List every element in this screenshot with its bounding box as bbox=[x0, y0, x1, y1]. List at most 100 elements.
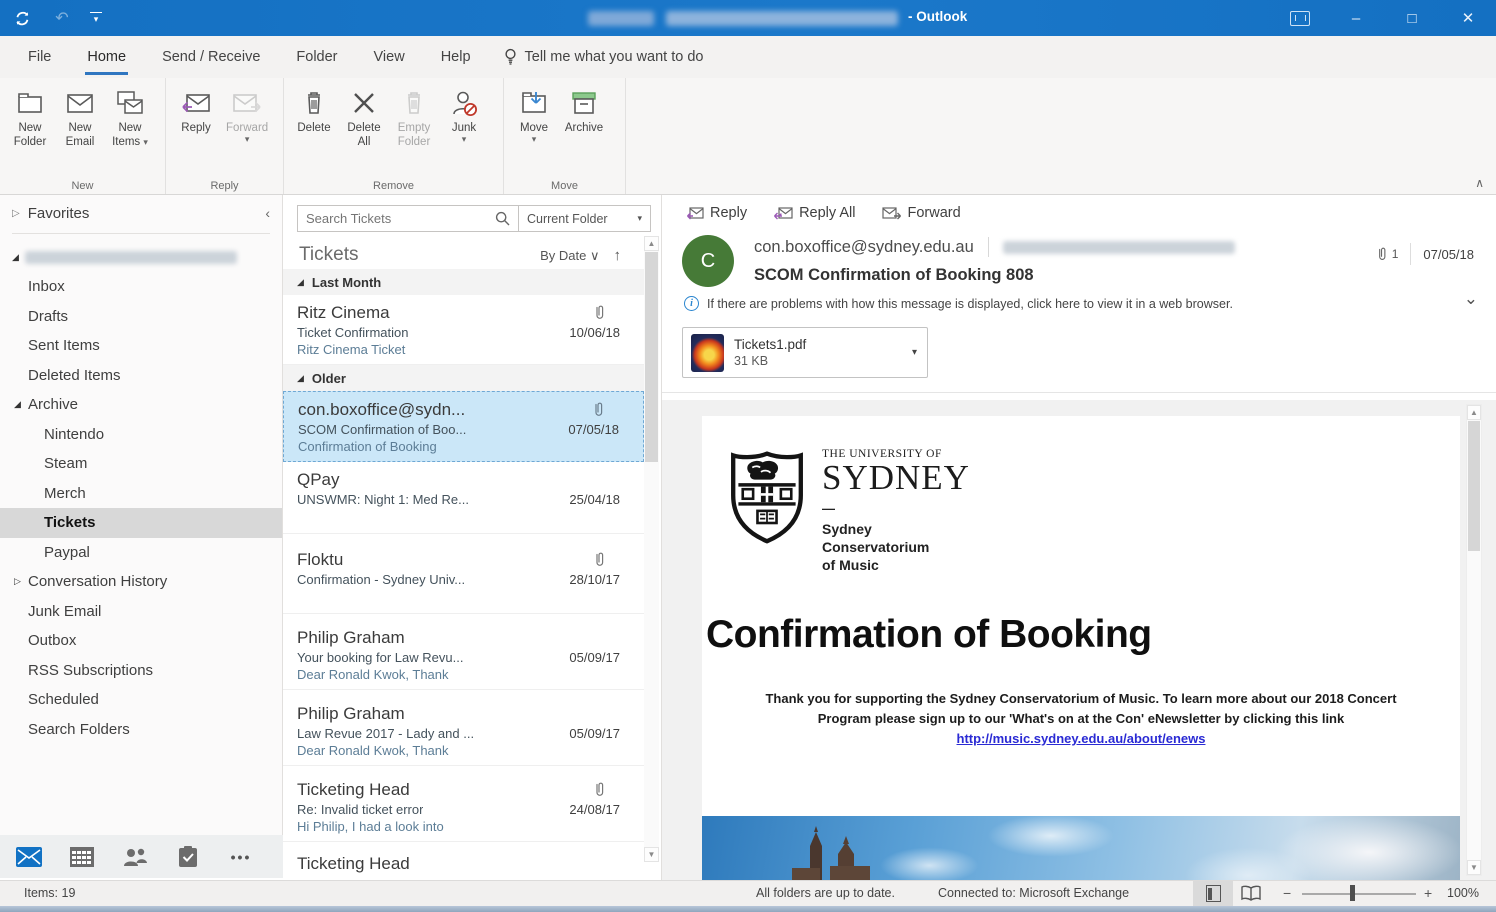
move-button[interactable]: Move▾ bbox=[510, 86, 558, 146]
reply-button[interactable]: Reply bbox=[172, 86, 220, 137]
send-receive-icon[interactable] bbox=[10, 6, 34, 30]
zoom-slider-track[interactable] bbox=[1302, 893, 1416, 895]
zoom-in-button[interactable]: + bbox=[1424, 885, 1432, 901]
scroll-down-button[interactable]: ▼ bbox=[1467, 860, 1481, 875]
zoom-slider-handle[interactable] bbox=[1350, 885, 1355, 901]
sidebar-item-tickets[interactable]: Tickets bbox=[0, 508, 282, 538]
sidebar-item-outbox[interactable]: Outbox bbox=[0, 626, 282, 656]
group-header-older[interactable]: ◢ Older bbox=[283, 365, 644, 391]
sender-email[interactable]: con.boxoffice@sydney.edu.au bbox=[754, 238, 974, 257]
sort-direction-button[interactable]: ↑ bbox=[614, 247, 648, 264]
junk-button[interactable]: Junk▾ bbox=[440, 86, 488, 146]
sidebar-item-rss-subscriptions[interactable]: RSS Subscriptions bbox=[0, 656, 282, 686]
list-item[interactable]: Ticketing Head bbox=[283, 842, 644, 880]
search-icon[interactable] bbox=[495, 211, 518, 226]
chevron-down-icon[interactable]: ⌄ bbox=[1464, 289, 1478, 309]
list-item[interactable]: Ticketing Head Re: Invalid ticket error2… bbox=[283, 766, 644, 842]
archive-button[interactable]: Archive bbox=[560, 86, 608, 137]
list-item-selected[interactable]: con.boxoffice@sydn... SCOM Confirmation … bbox=[283, 391, 644, 462]
sidebar-item-scheduled[interactable]: Scheduled bbox=[0, 685, 282, 715]
list-item[interactable]: Floktu Confirmation - Sydney Univ...28/1… bbox=[283, 534, 644, 614]
sidebar-item-drafts[interactable]: Drafts bbox=[0, 302, 282, 332]
zoom-out-button[interactable]: − bbox=[1283, 885, 1291, 901]
zoom-level[interactable]: 100% bbox=[1447, 886, 1479, 900]
sidebar-item-paypal[interactable]: Paypal bbox=[0, 538, 282, 568]
delete-all-button[interactable]: DeleteAll bbox=[340, 86, 388, 152]
reply-button[interactable]: Reply bbox=[686, 205, 747, 221]
collapse-icon[interactable]: ◢ bbox=[14, 399, 28, 410]
list-item[interactable]: Philip Graham Your booking for Law Revu.… bbox=[283, 614, 644, 690]
collapse-icon[interactable]: ◢ bbox=[297, 373, 304, 384]
sidebar-item-steam[interactable]: Steam bbox=[0, 449, 282, 479]
tab-home[interactable]: Home bbox=[69, 36, 144, 78]
search-input[interactable] bbox=[298, 211, 495, 226]
mail-list: ◢ Last Month Ritz Cinema Ticket Confirma… bbox=[283, 269, 644, 880]
sidebar-item-archive[interactable]: ◢Archive bbox=[0, 390, 282, 420]
info-text[interactable]: If there are problems with how this mess… bbox=[707, 297, 1233, 311]
list-item[interactable]: Philip Graham Law Revue 2017 - Lady and … bbox=[283, 690, 644, 766]
sidebar-item-inbox[interactable]: Inbox bbox=[0, 272, 282, 302]
scroll-thumb[interactable] bbox=[645, 252, 658, 462]
list-scrollbar[interactable]: ▲ ▼ bbox=[644, 236, 659, 862]
expand-icon[interactable]: ▷ bbox=[14, 576, 28, 587]
tasks-module-button[interactable] bbox=[175, 844, 201, 870]
search-box[interactable] bbox=[297, 205, 519, 232]
collapse-ribbon-icon[interactable]: ∧ bbox=[1475, 176, 1484, 190]
group-header-last-month[interactable]: ◢ Last Month bbox=[283, 269, 644, 295]
tab-folder[interactable]: Folder bbox=[278, 36, 355, 78]
close-button[interactable]: ✕ bbox=[1440, 0, 1496, 36]
attachment-dropdown-icon[interactable]: ▾ bbox=[912, 347, 917, 358]
scroll-down-button[interactable]: ▼ bbox=[644, 847, 659, 862]
customize-quick-access-icon[interactable]: ▾ bbox=[90, 12, 102, 24]
attachment-chip[interactable]: Tickets1.pdf 31 KB ▾ bbox=[682, 327, 928, 378]
ribbon-display-icon bbox=[1290, 11, 1310, 26]
account-header[interactable]: ◢ bbox=[0, 242, 282, 272]
sidebar-item-deleted-items[interactable]: Deleted Items bbox=[0, 361, 282, 391]
collapse-icon[interactable]: ◢ bbox=[297, 277, 304, 288]
collapse-icon[interactable]: ◢ bbox=[12, 252, 19, 263]
sidebar-item-merch[interactable]: Merch bbox=[0, 479, 282, 509]
favorites-header[interactable]: ▷ Favorites ‹ bbox=[0, 195, 282, 231]
search-scope-dropdown[interactable]: Current Folder ▾ bbox=[519, 205, 651, 232]
forward-button[interactable]: Forward▾ bbox=[222, 86, 272, 146]
reply-all-button[interactable]: Reply All bbox=[773, 205, 855, 221]
minimize-button[interactable]: – bbox=[1328, 0, 1384, 36]
scroll-up-button[interactable]: ▲ bbox=[1467, 405, 1481, 420]
normal-view-button[interactable] bbox=[1193, 881, 1233, 906]
tab-help[interactable]: Help bbox=[423, 36, 489, 78]
scroll-up-button[interactable]: ▲ bbox=[644, 236, 659, 251]
delete-button[interactable]: Delete bbox=[290, 86, 338, 137]
sort-by-dropdown[interactable]: By Date ∨ bbox=[540, 248, 613, 264]
enews-link[interactable]: http://music.sydney.edu.au/about/enews bbox=[702, 731, 1460, 746]
minimize-folder-pane-icon[interactable]: ‹ bbox=[265, 205, 270, 221]
maximize-button[interactable]: □ bbox=[1384, 0, 1440, 36]
scroll-thumb[interactable] bbox=[1468, 421, 1480, 551]
new-folder-button[interactable]: NewFolder bbox=[6, 86, 54, 152]
tell-me-box[interactable]: Tell me what you want to do bbox=[503, 48, 704, 66]
tab-file[interactable]: File bbox=[10, 36, 69, 78]
tell-me-label: Tell me what you want to do bbox=[525, 49, 704, 65]
tab-send-receive[interactable]: Send / Receive bbox=[144, 36, 278, 78]
reading-scrollbar[interactable]: ▲ ▼ bbox=[1466, 404, 1482, 876]
list-item[interactable]: Ritz Cinema Ticket Confirmation10/06/18 … bbox=[283, 295, 644, 365]
expand-icon[interactable]: ▷ bbox=[12, 208, 20, 219]
sidebar-item-sent-items[interactable]: Sent Items bbox=[0, 331, 282, 361]
people-module-button[interactable] bbox=[122, 844, 148, 870]
empty-folder-button[interactable]: EmptyFolder bbox=[390, 86, 438, 152]
mail-module-button[interactable] bbox=[16, 844, 42, 870]
forward-button[interactable]: Forward bbox=[882, 205, 961, 221]
reading-view-button[interactable] bbox=[1240, 885, 1262, 902]
calendar-module-button[interactable] bbox=[69, 844, 95, 870]
tab-view[interactable]: View bbox=[356, 36, 423, 78]
sidebar-item-junk-email[interactable]: Junk Email bbox=[0, 597, 282, 627]
more-modules-button[interactable]: ••• bbox=[228, 844, 254, 870]
connection-status: Connected to: Microsoft Exchange bbox=[938, 886, 1129, 900]
ribbon-display-options-button[interactable] bbox=[1272, 0, 1328, 36]
new-email-button[interactable]: NewEmail bbox=[56, 86, 104, 152]
sidebar-item-conversation-history[interactable]: ▷Conversation History bbox=[0, 567, 282, 597]
sidebar-item-nintendo[interactable]: Nintendo bbox=[0, 420, 282, 450]
undo-icon[interactable]: ↶ bbox=[50, 6, 74, 30]
new-items-button[interactable]: NewItems ▾ bbox=[106, 86, 154, 152]
sidebar-item-search-folders[interactable]: Search Folders bbox=[0, 715, 282, 745]
list-item[interactable]: QPay UNSWMR: Night 1: Med Re...25/04/18 bbox=[283, 462, 644, 534]
